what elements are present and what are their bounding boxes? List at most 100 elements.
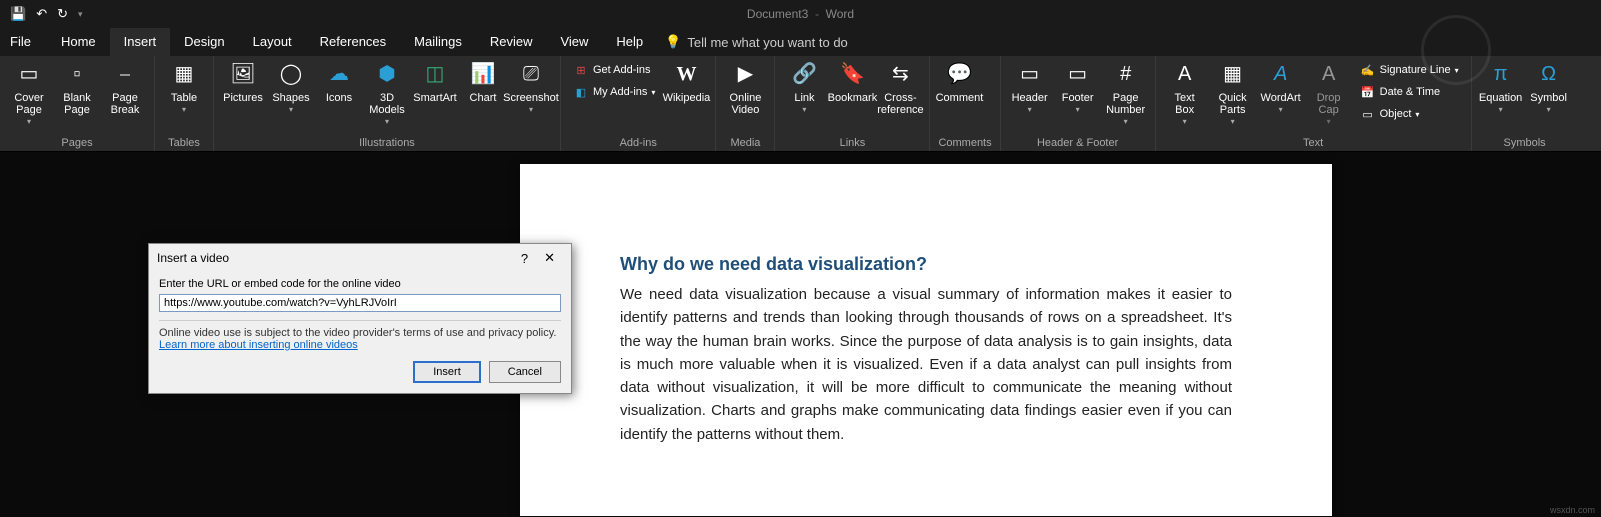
text-box-button[interactable]: AText Box▾ (1164, 60, 1206, 127)
group-label-illustrations: Illustrations (222, 135, 552, 149)
tab-mailings[interactable]: Mailings (400, 28, 476, 56)
dialog-note-text: Online video use is subject to the video… (159, 327, 561, 339)
comment-button[interactable]: 💬Comment (938, 60, 980, 104)
online-video-button[interactable]: ▶Online Video (724, 60, 766, 116)
quick-parts-button[interactable]: ▦Quick Parts▾ (1212, 60, 1254, 127)
textbox-icon: A (1171, 60, 1199, 88)
pictures-button[interactable]: 🖼Pictures (222, 60, 264, 104)
store-icon: ⊞ (573, 62, 589, 78)
group-label-addins: Add-ins (569, 135, 707, 149)
smartart-icon: ◫ (421, 60, 449, 88)
group-label-links: Links (783, 135, 921, 149)
cross-reference-button[interactable]: ⇆Cross-reference (879, 60, 921, 116)
insert-button[interactable]: Insert (413, 361, 481, 383)
document-heading: Why do we need data visualization? (620, 254, 1232, 275)
document-page[interactable]: Why do we need data visualization? We ne… (520, 164, 1332, 516)
drop-cap-button[interactable]: ADrop Cap▾ (1308, 60, 1350, 127)
table-button[interactable]: ▦Table▾ (163, 60, 205, 115)
quickparts-icon: ▦ (1219, 60, 1247, 88)
my-addins-button[interactable]: ◧My Add-ins▾ (569, 82, 659, 102)
document-body-text: We need data visualization because a vis… (620, 283, 1232, 446)
icons-icon: ☁ (325, 60, 353, 88)
cover-page-button[interactable]: ▭Cover Page▾ (8, 60, 50, 127)
wordart-icon: A (1267, 60, 1295, 88)
object-icon: ▭ (1360, 106, 1376, 122)
page-number-icon: # (1112, 60, 1140, 88)
header-button[interactable]: ▭Header▾ (1009, 60, 1051, 115)
ribbon: ▭Cover Page▾ ▫Blank Page ⎯Page Break Pag… (0, 56, 1601, 152)
shapes-button[interactable]: ◯Shapes▾ (270, 60, 312, 115)
footer-button[interactable]: ▭Footer▾ (1057, 60, 1099, 115)
group-tables: ▦Table▾ Tables (155, 56, 214, 151)
chart-button[interactable]: 📊Chart (462, 60, 504, 104)
tab-insert[interactable]: Insert (110, 28, 171, 56)
tell-me-placeholder: Tell me what you want to do (687, 35, 847, 50)
page-number-button[interactable]: #Page Number▾ (1105, 60, 1147, 127)
window-title: Document3 - Word (747, 7, 854, 21)
video-url-input[interactable] (159, 294, 561, 312)
shapes-icon: ◯ (277, 60, 305, 88)
tab-review[interactable]: Review (476, 28, 547, 56)
group-label-comments: Comments (938, 135, 991, 149)
group-links: 🔗Link▾ 🔖Bookmark ⇆Cross-reference Links (775, 56, 930, 151)
tab-layout[interactable]: Layout (239, 28, 306, 56)
video-icon: ▶ (731, 60, 759, 88)
tab-view[interactable]: View (546, 28, 602, 56)
symbol-icon: Ω (1535, 60, 1563, 88)
wikipedia-icon: W (672, 60, 700, 88)
dialog-help-icon[interactable]: ? (513, 251, 536, 266)
group-label-tables: Tables (163, 135, 205, 149)
wordart-button[interactable]: AWordArt▾ (1260, 60, 1302, 115)
table-icon: ▦ (170, 60, 198, 88)
object-button[interactable]: ▭Object▾ (1356, 104, 1463, 124)
screenshot-button[interactable]: ⎚Screenshot▾ (510, 60, 552, 115)
cover-page-icon: ▭ (15, 60, 43, 88)
blank-page-icon: ▫ (63, 60, 91, 88)
date-time-button[interactable]: 📅Date & Time (1356, 82, 1463, 102)
group-pages: ▭Cover Page▾ ▫Blank Page ⎯Page Break Pag… (0, 56, 155, 151)
3d-models-button[interactable]: ⬢3D Models▾ (366, 60, 408, 127)
get-addins-button[interactable]: ⊞Get Add-ins (569, 60, 659, 80)
undo-icon[interactable]: ↶ (36, 6, 47, 22)
tab-references[interactable]: References (306, 28, 400, 56)
page-break-icon: ⎯ (111, 60, 139, 88)
smartart-button[interactable]: ◫SmartArt (414, 60, 456, 104)
blank-page-button[interactable]: ▫Blank Page (56, 60, 98, 116)
group-label-hf: Header & Footer (1009, 135, 1147, 149)
group-label-symbols: Symbols (1480, 135, 1570, 149)
title-bar: 💾 ↶ ↻ ▾ Document3 - Word (0, 0, 1601, 28)
redo-icon[interactable]: ↻ (57, 6, 68, 22)
signature-line-button[interactable]: ✍Signature Line▾ (1356, 60, 1463, 80)
header-icon: ▭ (1016, 60, 1044, 88)
group-media: ▶Online Video Media (716, 56, 775, 151)
dialog-learn-more-link[interactable]: Learn more about inserting online videos (159, 339, 561, 351)
symbol-button[interactable]: ΩSymbol▾ (1528, 60, 1570, 115)
tab-file[interactable]: File (0, 28, 47, 56)
group-label-text: Text (1164, 135, 1463, 149)
wikipedia-button[interactable]: WWikipedia (665, 60, 707, 104)
qat-customize-icon[interactable]: ▾ (78, 9, 83, 20)
save-icon[interactable]: 💾 (10, 6, 26, 22)
icons-button[interactable]: ☁Icons (318, 60, 360, 104)
link-button[interactable]: 🔗Link▾ (783, 60, 825, 115)
dialog-titlebar[interactable]: Insert a video ? ✕ (149, 244, 571, 272)
equation-icon: π (1487, 60, 1515, 88)
cancel-button[interactable]: Cancel (489, 361, 561, 383)
cube-icon: ⬢ (373, 60, 401, 88)
tab-help[interactable]: Help (602, 28, 657, 56)
equation-button[interactable]: πEquation▾ (1480, 60, 1522, 115)
quick-access-toolbar: 💾 ↶ ↻ ▾ (0, 6, 83, 22)
tell-me-search[interactable]: 💡 Tell me what you want to do (665, 34, 848, 50)
screenshot-icon: ⎚ (517, 60, 545, 88)
group-comments: 💬Comment Comments (930, 56, 1000, 151)
bookmark-button[interactable]: 🔖Bookmark (831, 60, 873, 104)
pictures-icon: 🖼 (229, 60, 257, 88)
page-break-button[interactable]: ⎯Page Break (104, 60, 146, 116)
dialog-close-icon[interactable]: ✕ (536, 250, 563, 266)
link-icon: 🔗 (790, 60, 818, 88)
datetime-icon: 📅 (1360, 84, 1376, 100)
tab-design[interactable]: Design (170, 28, 238, 56)
tab-home[interactable]: Home (47, 28, 110, 56)
dialog-prompt-label: Enter the URL or embed code for the onli… (159, 278, 561, 290)
lightbulb-icon: 💡 (665, 34, 681, 50)
